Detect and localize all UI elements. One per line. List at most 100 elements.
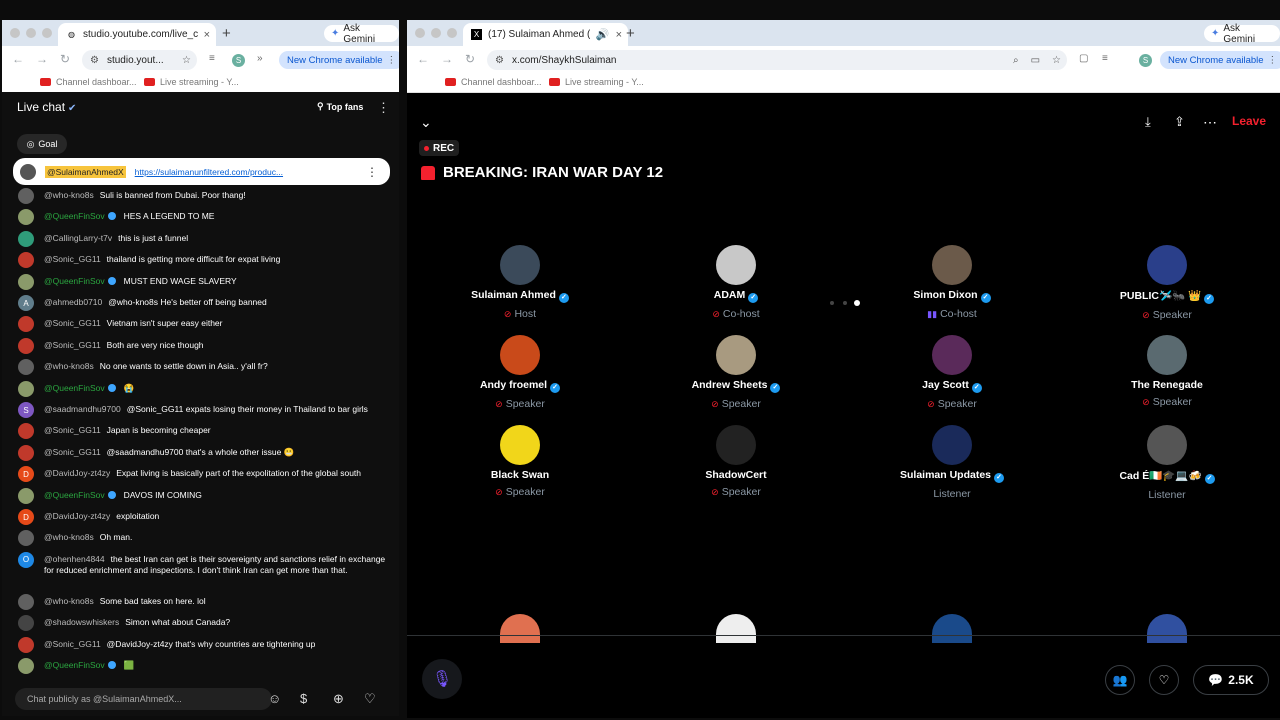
message-author[interactable]: @Sonic_GG11 (44, 340, 101, 350)
avatar[interactable] (18, 337, 34, 354)
message-author[interactable]: @QueenFinSov (44, 276, 105, 286)
pinned-message[interactable]: @SulaimanAhmedX https://sulaimanunfilter… (13, 158, 390, 185)
avatar[interactable] (18, 423, 34, 440)
avatar[interactable] (716, 425, 756, 465)
message-author[interactable]: @QueenFinSov (44, 490, 105, 500)
site-settings-icon[interactable]: ⚙ (495, 55, 504, 66)
chat-message[interactable]: @QueenFinSov 😭 (18, 380, 388, 397)
message-author[interactable]: @Sonic_GG11 (44, 447, 101, 457)
avatar[interactable] (18, 530, 34, 547)
avatar[interactable] (18, 188, 34, 204)
zoom-window-button[interactable] (42, 28, 52, 38)
avatar[interactable] (18, 487, 34, 504)
participant[interactable]: Black Swan ⊘ Speaker (440, 425, 600, 498)
pinned-link[interactable]: https://sulaimanunfiltered.com/produc... (135, 167, 366, 177)
chat-menu-icon[interactable]: ⋮ (377, 100, 390, 116)
chat-message[interactable]: @Sonic_GG11 Vietnam isn't super easy eith… (18, 316, 388, 333)
message-author[interactable]: @Sonic_GG11 (44, 639, 101, 649)
message-author[interactable]: @Sonic_GG11 (44, 254, 101, 264)
chat-message[interactable]: @QueenFinSov MUST END WAGE SLAVERY (18, 273, 388, 290)
avatar[interactable] (1147, 614, 1187, 643)
react-heart-icon[interactable]: ♡ (1149, 665, 1179, 695)
page-dot-active[interactable] (854, 300, 860, 306)
participant[interactable]: Jay Scott ✓ ⊘ Speaker (872, 335, 1032, 410)
avatar[interactable] (500, 335, 540, 375)
message-author[interactable]: @shadowswhiskers (44, 617, 119, 627)
add-icon[interactable]: ⊕ (333, 691, 344, 707)
reload-icon[interactable]: ↻ (465, 52, 475, 66)
message-author[interactable]: @who-kno8s (44, 190, 94, 200)
participant[interactable]: The Renegade ⊘ Speaker (1087, 335, 1247, 408)
avatar[interactable] (18, 593, 34, 610)
avatar[interactable] (500, 614, 540, 643)
avatar[interactable] (18, 615, 34, 632)
message-author[interactable]: @DavidJoy-zt4zy (44, 511, 110, 521)
message-author[interactable]: @CallingLarry-t7v (44, 233, 112, 243)
avatar[interactable] (716, 614, 756, 643)
avatar[interactable] (500, 425, 540, 465)
close-window-button[interactable] (415, 28, 425, 38)
avatar[interactable] (18, 316, 34, 333)
close-tab-icon[interactable]: × (616, 29, 622, 41)
profile-avatar[interactable]: S (232, 54, 245, 67)
avatar[interactable] (716, 335, 756, 375)
message-author[interactable]: @QueenFinSov (44, 660, 105, 670)
page-dot[interactable] (843, 301, 847, 305)
chat-message[interactable]: @Sonic_GG11 @saadmandhu9700 that's a whol… (18, 444, 388, 461)
browser-tab[interactable]: ◍ studio.youtube.com/live_cha × (58, 23, 216, 46)
bookmark-star-icon[interactable]: ☆ (182, 55, 191, 66)
browser-tab[interactable]: X (17) Sulaiman Ahmed (@S 🔊 × (463, 23, 628, 46)
bookmark-live-streaming[interactable]: Live streaming - Y... (144, 77, 239, 87)
heart-icon[interactable]: ♡ (364, 691, 376, 707)
forward-icon[interactable]: → (441, 52, 453, 66)
message-author[interactable]: @who-kno8s (44, 361, 94, 371)
chat-message[interactable]: D @DavidJoy-zt4zy Expat living is basicall… (18, 466, 388, 483)
avatar[interactable] (18, 658, 34, 674)
address-bar[interactable]: ⚙ studio.yout... ☆ (82, 50, 197, 70)
collapse-chevron-icon[interactable]: ⌄ (420, 114, 432, 131)
bookmark-channel-dashboard[interactable]: Channel dashboar... (40, 77, 137, 87)
chat-message[interactable]: @QueenFinSov HES A LEGEND TO ME (18, 209, 388, 226)
zoom-icon[interactable]: ⌕ (1013, 55, 1019, 66)
message-author[interactable]: @who-kno8s (44, 596, 94, 606)
minimize-space-icon[interactable]: ⤓ (1145, 114, 1151, 130)
participants-icon[interactable]: 👥 (1105, 665, 1135, 695)
new-chrome-available-button[interactable]: New Chrome available ⋮ (1160, 51, 1280, 69)
message-author[interactable]: @QueenFinSov (44, 383, 105, 393)
ask-gemini-button[interactable]: ✦ Ask Gemini (324, 23, 399, 45)
overflow-chevron-icon[interactable]: » (257, 53, 263, 64)
avatar[interactable] (18, 230, 34, 247)
minimize-window-button[interactable] (26, 28, 36, 38)
emoji-icon[interactable]: ☺ (268, 691, 281, 706)
participant[interactable]: Andy froemel ✓ ⊘ Speaker (440, 335, 600, 410)
microphone-button[interactable]: 🎙 (422, 659, 462, 699)
avatar[interactable] (1147, 335, 1187, 375)
page-dot[interactable] (830, 301, 834, 305)
avatar[interactable] (716, 245, 756, 285)
avatar[interactable] (500, 245, 540, 285)
menu-dots-icon[interactable]: ⋮ (387, 55, 397, 66)
forward-icon[interactable]: → (36, 52, 48, 66)
reload-icon[interactable]: ↻ (60, 52, 70, 66)
avatar[interactable]: D (18, 509, 34, 525)
close-tab-icon[interactable]: × (204, 29, 210, 41)
address-bar[interactable]: ⚙ x.com/ShaykhSulaiman ⌕ ▭ ☆ (487, 50, 1067, 70)
chat-message[interactable]: @QueenFinSov 🟩 (18, 658, 388, 674)
message-author[interactable]: @saadmandhu9700 (44, 404, 121, 414)
participant[interactable]: PUBLIC🛩️🐜 👑 ✓ ⊘ Speaker (1087, 245, 1247, 321)
zoom-window-button[interactable] (447, 28, 457, 38)
avatar[interactable] (18, 444, 34, 461)
avatar[interactable] (1147, 245, 1187, 285)
new-tab-button[interactable]: + (626, 25, 635, 42)
avatar[interactable] (932, 614, 972, 643)
avatar[interactable] (1147, 425, 1187, 465)
bookmark-star-icon[interactable]: ☆ (1052, 55, 1061, 66)
chat-input[interactable]: Chat publicly as @SulaimanAhmedX... (15, 688, 272, 710)
message-author[interactable]: @Sonic_GG11 (44, 318, 101, 328)
pinned-author[interactable]: @SulaimanAhmedX (45, 165, 126, 178)
chat-message[interactable]: O @ohenhen4844 the best Iran can get is th… (18, 551, 388, 576)
extensions-icon[interactable]: ≡ (209, 53, 215, 64)
avatar[interactable] (18, 252, 34, 269)
avatar[interactable]: D (18, 466, 34, 483)
chat-message[interactable]: D @DavidJoy-zt4zy exploitation (18, 509, 388, 525)
